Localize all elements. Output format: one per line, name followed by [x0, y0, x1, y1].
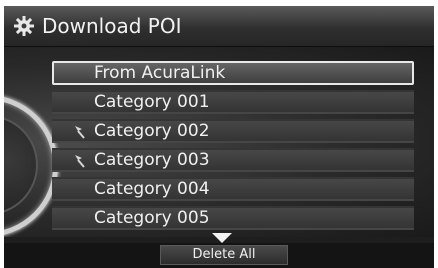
list-item-from-acuralink[interactable]: From AcuraLink [52, 61, 414, 85]
nav-screen: Download POI From AcuraLink Category 001… [4, 6, 434, 268]
delete-all-button[interactable]: Delete All [160, 245, 288, 265]
list-item-category-003[interactable]: Category 003 [52, 148, 414, 172]
page-title: Download POI [42, 14, 182, 38]
list-item-label: Category 002 [94, 121, 210, 141]
list-area: From AcuraLink Category 001 Category 002… [4, 47, 434, 237]
list-item-category-002[interactable]: Category 002 [52, 119, 414, 143]
list-item-label: Category 003 [94, 150, 210, 170]
bottom-bar: Delete All [4, 243, 434, 268]
list-item-label: From AcuraLink [94, 63, 226, 83]
list-item-category-001[interactable]: Category 001 [52, 90, 414, 114]
scroll-down-arrow-icon[interactable] [212, 233, 232, 243]
title-bar: Download POI [4, 6, 434, 47]
pin-flag-icon [75, 126, 85, 139]
list-item-label: Category 004 [94, 179, 210, 199]
settings-gear-icon [14, 16, 34, 36]
list-item-category-005[interactable]: Category 005 [52, 206, 414, 230]
list-item-label: Category 005 [94, 208, 210, 228]
list-item-label: Category 001 [94, 92, 210, 112]
list-item-category-004[interactable]: Category 004 [52, 177, 414, 201]
pin-flag-icon [75, 155, 85, 168]
